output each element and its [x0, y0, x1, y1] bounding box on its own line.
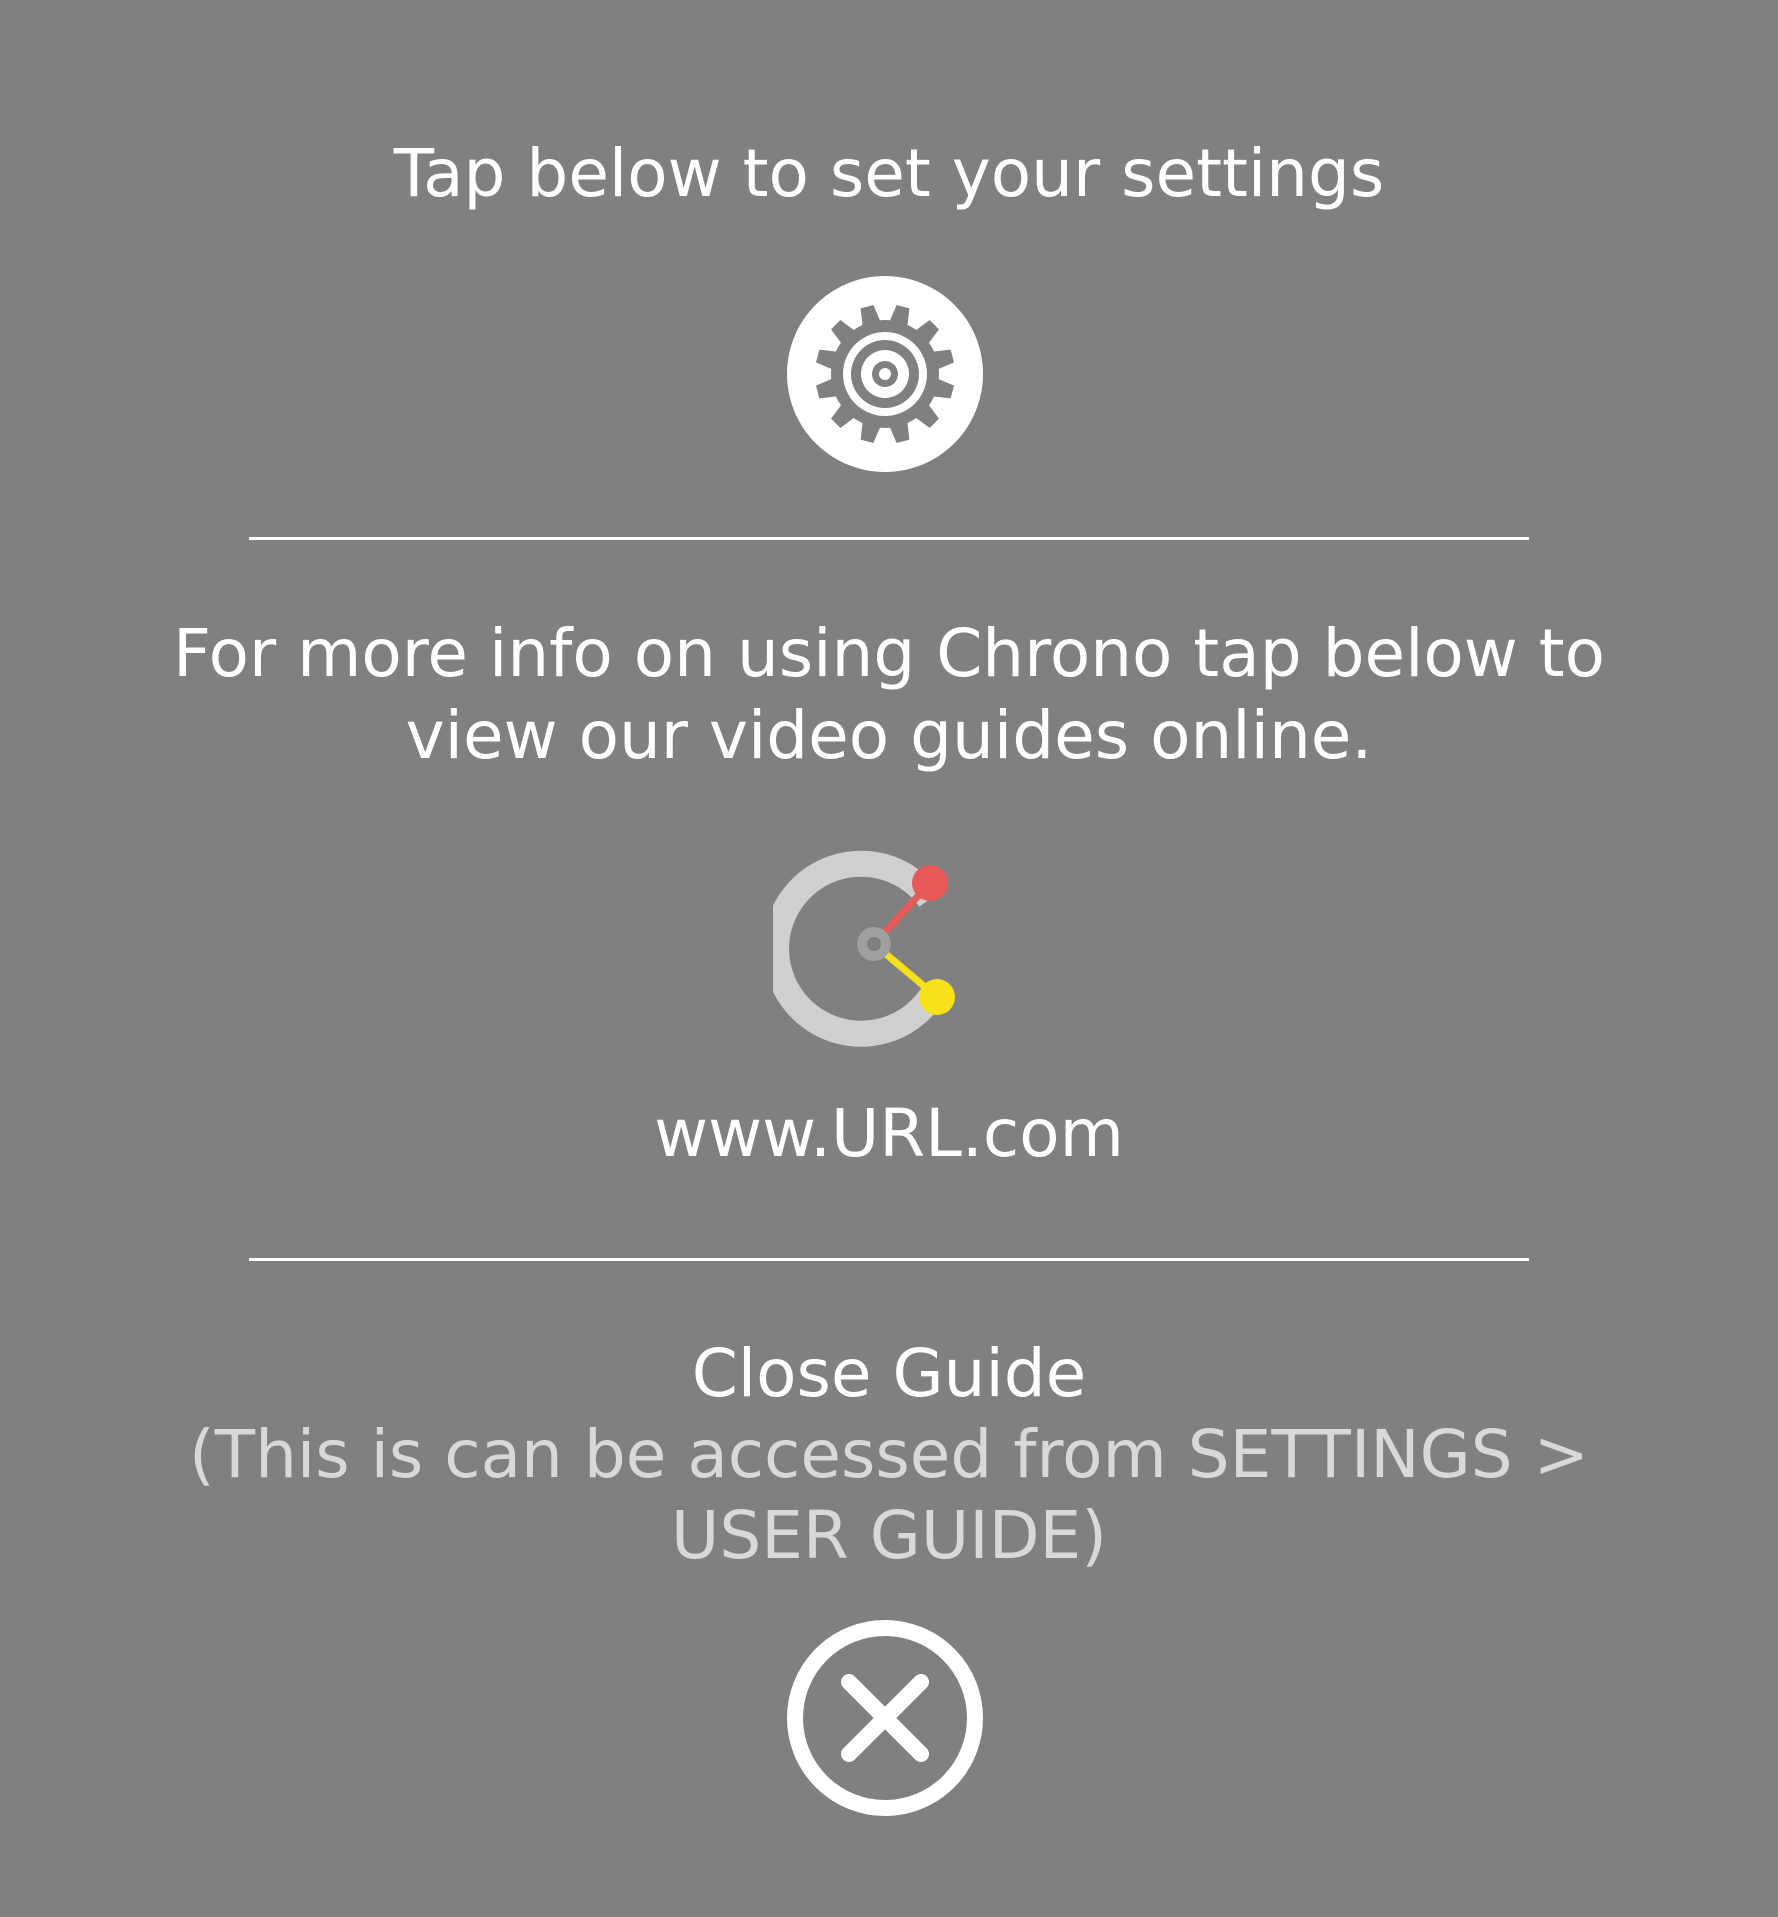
settings-heading: Tap below to set your settings: [393, 135, 1385, 212]
close-button[interactable]: [787, 1620, 983, 1816]
close-note-line-2: USER GUIDE): [671, 1497, 1107, 1574]
divider-top: [249, 537, 1529, 540]
gear-icon: [787, 276, 983, 472]
info-line-1: For more info on using Chrono tap below …: [172, 615, 1606, 692]
settings-button[interactable]: [787, 276, 983, 472]
close-guide-label[interactable]: Close Guide: [0, 1334, 1778, 1414]
url-link[interactable]: www.URL.com: [0, 1094, 1778, 1174]
chrono-logo-button[interactable]: [773, 843, 988, 1048]
chrono-logo-icon: [773, 850, 955, 1047]
close-icon: [787, 1620, 983, 1816]
close-note-line-1: (This is can be accessed from SETTINGS >: [189, 1416, 1589, 1493]
info-line-2: view our video guides online.: [405, 697, 1373, 774]
divider-bottom: [249, 1258, 1529, 1261]
